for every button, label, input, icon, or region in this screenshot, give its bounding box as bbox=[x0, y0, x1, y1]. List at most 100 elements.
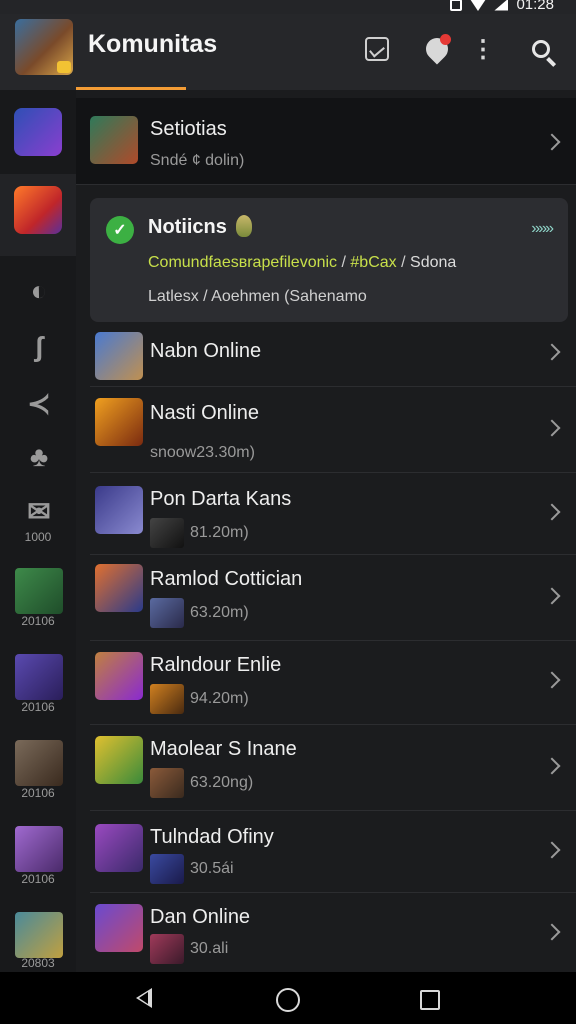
back-icon[interactable] bbox=[136, 988, 152, 1008]
ear-icon[interactable]: ʃ bbox=[22, 330, 56, 364]
community-avatar[interactable] bbox=[15, 19, 73, 75]
item-subtitle-text: 63.20ng) bbox=[190, 774, 254, 792]
item-subtitle-text: 63.20m) bbox=[190, 604, 249, 622]
more-vert-icon: ⋮ bbox=[471, 35, 495, 63]
item-thumbnail bbox=[90, 116, 138, 164]
status-time: 01:28 bbox=[516, 0, 554, 13]
share-icon[interactable]: ≺ bbox=[22, 386, 56, 420]
search-icon bbox=[532, 40, 550, 58]
app-bar: Komunitas ⋮ bbox=[0, 14, 576, 90]
list-item[interactable]: Pon Darta Kans 81.20m) bbox=[90, 472, 576, 555]
item-subtitle: 81.20m) bbox=[150, 518, 249, 548]
list-item[interactable]: Setiotias Sndé ¢ dolin) bbox=[76, 98, 576, 185]
list-item[interactable]: Nasti Online snoow23.30m) bbox=[90, 386, 576, 473]
list-item[interactable]: Ralndour Enlie 94.20m) bbox=[90, 640, 576, 725]
status-bar: 01:28 bbox=[0, 0, 576, 14]
list-item[interactable]: Nabn Online bbox=[90, 326, 576, 387]
item-thumbnail bbox=[95, 652, 143, 700]
status-icons: 01:28 bbox=[450, 0, 554, 13]
item-thumbnail bbox=[95, 736, 143, 784]
item-title: Tulndad Ofiny bbox=[150, 826, 274, 848]
chevron-right-icon bbox=[543, 503, 561, 521]
list-item[interactable]: Tulndad Ofiny 30.5ái bbox=[90, 810, 576, 893]
list-item[interactable]: Ramlod Cottician 63.20m) bbox=[90, 554, 576, 641]
system-nav-bar bbox=[0, 972, 576, 1024]
more-options-button[interactable]: ⋮ bbox=[466, 32, 500, 66]
sidebar-label: 20106 bbox=[21, 786, 55, 800]
sparkle-icon bbox=[236, 215, 252, 237]
mini-thumbnail bbox=[150, 518, 184, 548]
check-icon: ✓ bbox=[106, 216, 134, 244]
sidebar-label: 20106 bbox=[21, 614, 55, 628]
item-title: Nabn Online bbox=[150, 340, 262, 362]
chevron-right-icon bbox=[543, 671, 561, 689]
separator: / bbox=[341, 254, 346, 271]
mini-thumbnail bbox=[150, 598, 184, 628]
unread-dot bbox=[440, 34, 451, 45]
recent-apps-icon[interactable] bbox=[420, 990, 440, 1010]
sidebar-label: 1000 bbox=[24, 530, 52, 544]
item-title: Ralndour Enlie bbox=[150, 654, 282, 676]
stats-button[interactable] bbox=[360, 32, 394, 66]
sidebar-item-community-1[interactable] bbox=[14, 108, 62, 156]
mini-thumbnail bbox=[150, 684, 184, 714]
mini-thumbnail bbox=[150, 854, 184, 884]
item-subtitle: 30.ali bbox=[150, 934, 228, 964]
page-title: Komunitas bbox=[88, 30, 218, 58]
sidebar: ◐ ʃ ≺ ♣ ✉ 1000 20106 20106 20106 20106 2… bbox=[0, 90, 76, 972]
item-thumbnail bbox=[95, 332, 143, 380]
sidebar-avatar[interactable] bbox=[15, 568, 63, 614]
mini-thumbnail bbox=[150, 934, 184, 964]
chevron-right-icon bbox=[543, 133, 561, 151]
chevron-right-icon bbox=[543, 343, 561, 361]
item-subtitle: 94.20m) bbox=[150, 684, 249, 714]
search-button[interactable] bbox=[524, 32, 558, 66]
chevron-right-icon bbox=[543, 841, 561, 859]
sidebar-avatar[interactable] bbox=[15, 826, 63, 872]
home-icon[interactable] bbox=[276, 988, 300, 1012]
sidebar-item-community-2[interactable] bbox=[14, 186, 62, 234]
signal-icon bbox=[494, 0, 509, 11]
chevron-right-icon bbox=[543, 419, 561, 437]
item-thumbnail bbox=[95, 486, 143, 534]
notification-tag: #bCax bbox=[350, 254, 397, 271]
item-subtitle: 63.20m) bbox=[150, 598, 249, 628]
chevron-right-icon bbox=[543, 923, 561, 941]
sidebar-avatar[interactable] bbox=[15, 654, 63, 700]
notification-line1-main: Comundfaesвrapefilevonic bbox=[148, 254, 338, 271]
mail-icon[interactable]: ✉ bbox=[22, 494, 56, 528]
notification-line-1: Comundfaesвrapefilevonic / #bCax / Sdona bbox=[148, 254, 456, 272]
wifi-icon bbox=[470, 0, 487, 11]
chart-icon bbox=[365, 37, 389, 61]
list-item[interactable]: Dan Online 30.ali bbox=[90, 892, 576, 970]
item-subtitle: 30.5ái bbox=[150, 854, 234, 884]
sidebar-label: 20106 bbox=[21, 872, 55, 886]
sidebar-avatar[interactable] bbox=[15, 912, 63, 958]
sidebar-label: 20803 bbox=[21, 956, 55, 970]
item-title: Pon Darta Kans bbox=[150, 488, 292, 510]
item-subtitle-text: 81.20m) bbox=[190, 524, 249, 542]
item-subtitle: 63.20ng) bbox=[150, 768, 253, 798]
item-title: Ramlod Cottician bbox=[150, 568, 303, 590]
sidebar-avatar[interactable] bbox=[15, 740, 63, 786]
mini-thumbnail bbox=[150, 768, 184, 798]
notification-card[interactable]: ✓ Notiicns »»» Comundfaesвrapefilevonic … bbox=[90, 198, 568, 322]
club-icon[interactable]: ♣ bbox=[22, 440, 56, 474]
item-title: Maolear S Inane bbox=[150, 738, 297, 760]
notification-line1-tail: Sdona bbox=[410, 254, 457, 271]
notification-arrows: »»» bbox=[531, 220, 554, 237]
list-item[interactable]: Maolear S Inane 63.20ng) bbox=[90, 724, 576, 811]
item-subtitle: Sndé ¢ dolin) bbox=[150, 152, 245, 169]
item-thumbnail bbox=[95, 824, 143, 872]
item-subtitle-text: 94.20m) bbox=[190, 690, 249, 708]
item-subtitle-text: 30.5ái bbox=[190, 860, 234, 878]
moon-icon[interactable]: ◐ bbox=[22, 274, 56, 308]
item-thumbnail bbox=[95, 564, 143, 612]
item-title: Setiotias bbox=[150, 118, 227, 140]
community-list: Setiotias Sndé ¢ dolin) ✓ Notiicns »»» C… bbox=[76, 90, 576, 972]
chevron-right-icon bbox=[543, 757, 561, 775]
item-subtitle: snoow23.30m) bbox=[150, 444, 255, 461]
item-title: Nasti Online bbox=[150, 402, 259, 424]
sidebar-label: 20106 bbox=[21, 700, 55, 714]
notifications-button[interactable] bbox=[420, 32, 454, 66]
